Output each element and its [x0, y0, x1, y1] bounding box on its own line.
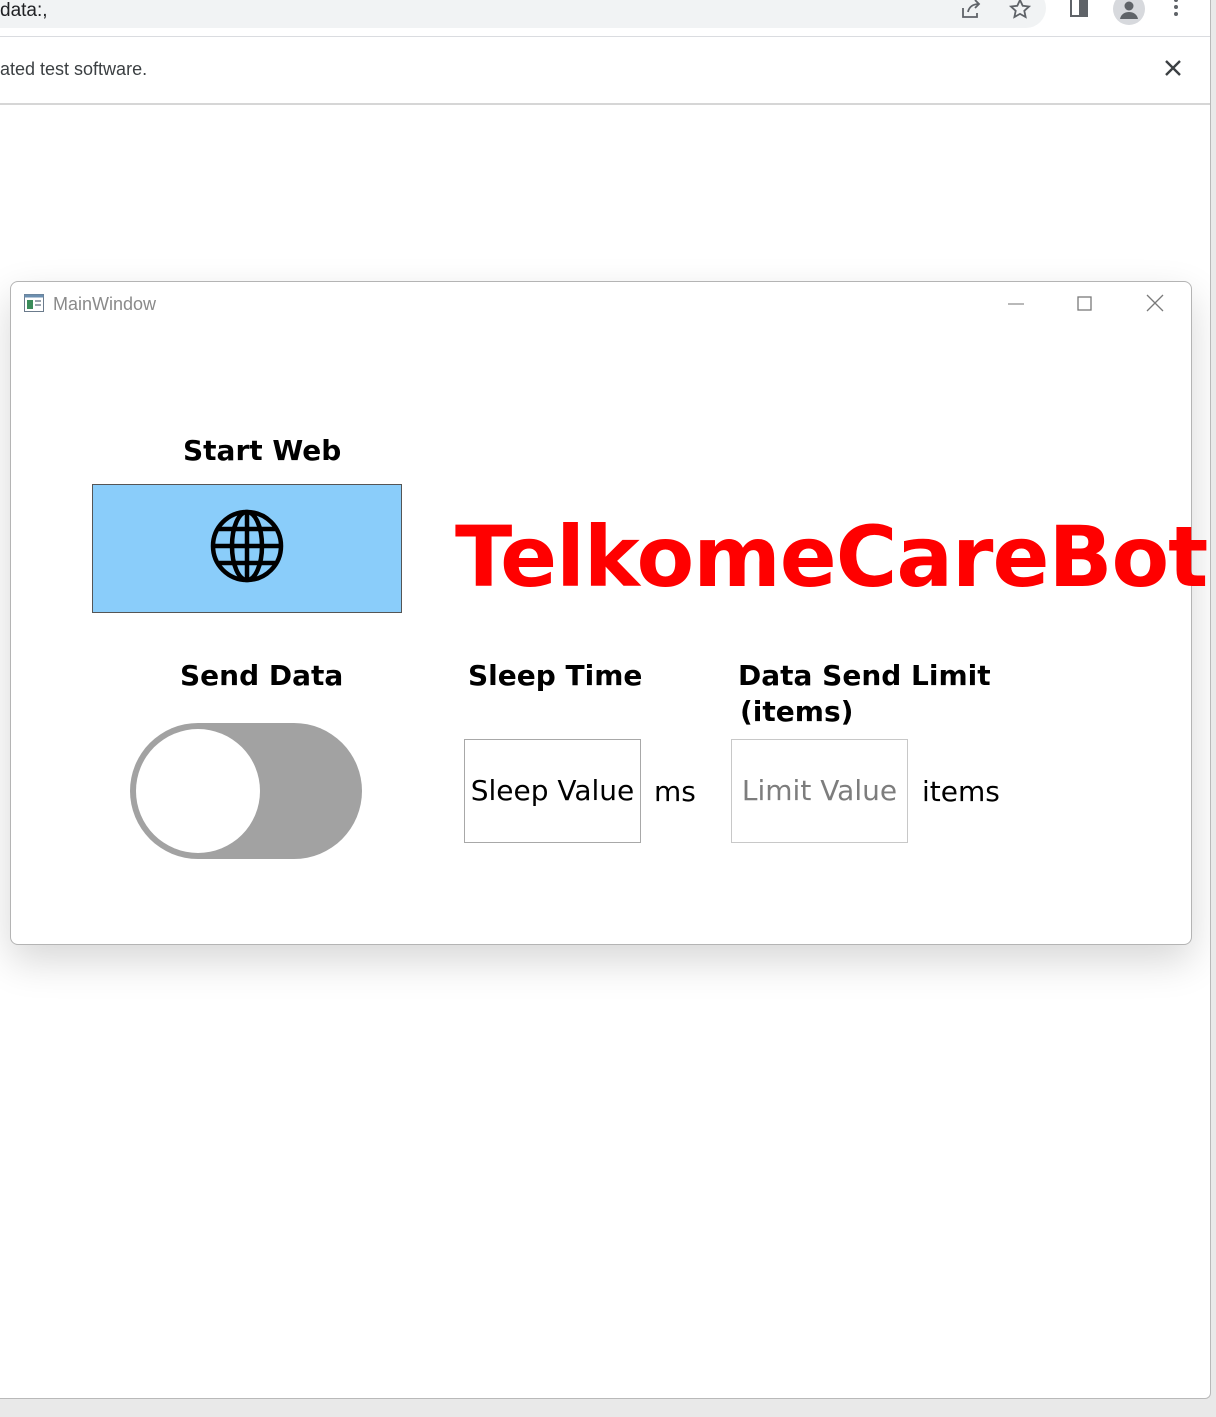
toggle-knob — [136, 729, 260, 853]
browser-window: data:, ated test software. MainWindow St… — [0, 0, 1211, 1399]
sleep-unit-label: ms — [654, 775, 696, 808]
automation-infobar: ated test software. — [0, 37, 1210, 105]
side-panel-icon[interactable] — [1066, 0, 1092, 22]
globe-icon — [209, 508, 285, 589]
app-brand-title: TelkomeCareBot — [455, 508, 1208, 606]
bookmark-star-icon[interactable] — [1007, 0, 1033, 22]
app-window-icon — [24, 294, 44, 312]
infobar-text: ated test software. — [0, 59, 148, 79]
data-send-limit-label: Data Send Limit — [738, 659, 991, 692]
data-send-limit-sublabel: (items) — [740, 695, 854, 728]
minimize-icon[interactable] — [996, 290, 1036, 318]
window-close-icon[interactable] — [1135, 290, 1175, 318]
url-text[interactable]: data:, — [0, 0, 48, 22]
window-title: MainWindow — [53, 294, 157, 314]
browser-toolbar: data:, — [0, 0, 1210, 37]
address-bar[interactable]: data:, — [0, 0, 1046, 28]
send-data-toggle[interactable] — [130, 723, 362, 859]
window-titlebar[interactable]: MainWindow — [11, 282, 1191, 326]
profile-avatar-icon[interactable] — [1113, 0, 1145, 25]
limit-value-input[interactable]: Limit Value — [731, 739, 908, 843]
sleep-value-input[interactable]: Sleep Value — [464, 739, 641, 843]
share-icon[interactable] — [958, 0, 984, 22]
send-data-label: Send Data — [180, 659, 344, 692]
start-web-label: Start Web — [183, 434, 342, 467]
close-icon[interactable] — [1162, 57, 1184, 79]
sleep-time-label: Sleep Time — [468, 659, 643, 692]
start-web-button[interactable] — [92, 484, 402, 613]
kebab-menu-icon[interactable] — [1163, 0, 1189, 22]
maximize-icon[interactable] — [1064, 290, 1104, 318]
main-window: MainWindow Start Web TelkomeCareBot Send… — [10, 281, 1208, 945]
limit-unit-label: items — [922, 775, 1000, 808]
